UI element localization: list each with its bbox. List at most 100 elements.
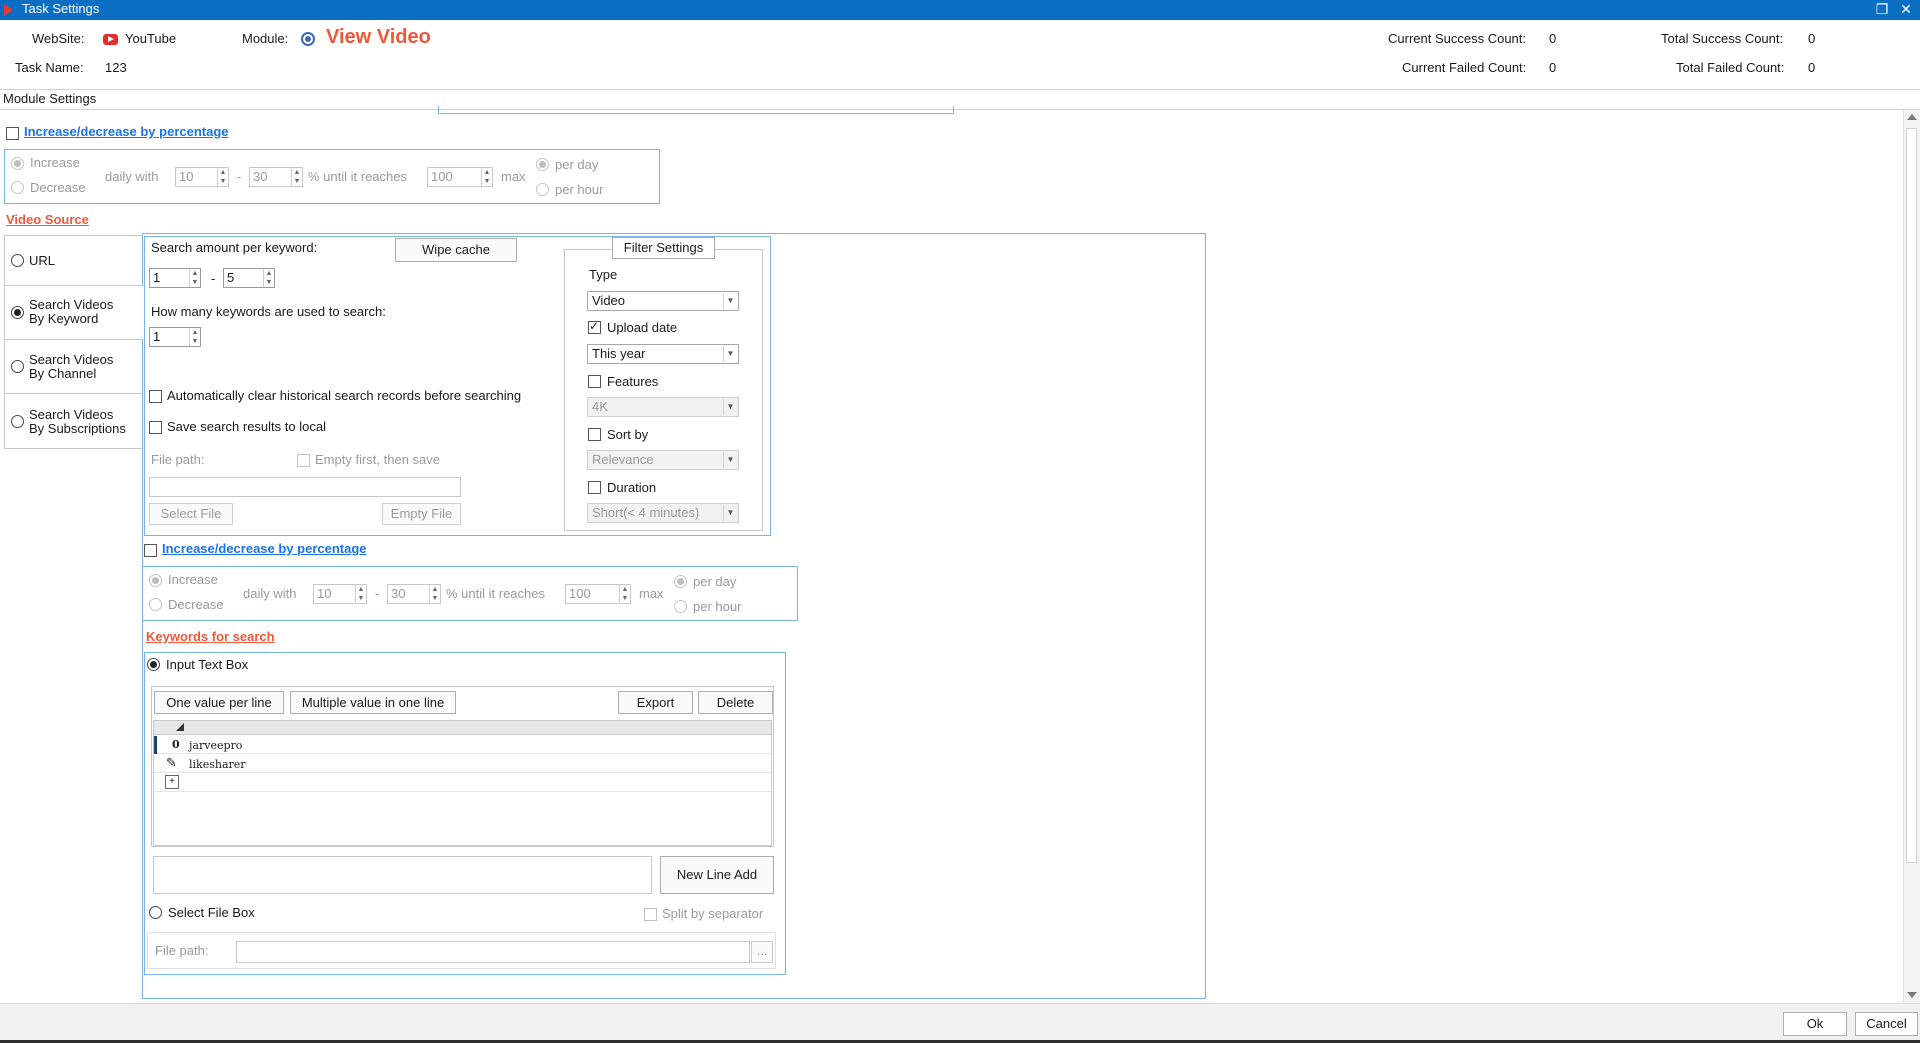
search-file-path-input[interactable] xyxy=(149,477,461,497)
upload-date-select[interactable]: This year ▼ xyxy=(587,344,739,364)
row-index: 0 xyxy=(172,738,180,751)
empty-file-button[interactable]: Empty File xyxy=(382,503,461,525)
spinner-arrows-icon[interactable]: ▲ ▼ xyxy=(189,328,200,346)
pct-mid-group: Increase Decrease daily with 10 ▲ ▼ - 30 ▲ ▼… xyxy=(142,566,798,621)
select-file-box-radio[interactable] xyxy=(149,906,162,919)
tab-url[interactable]: URL xyxy=(5,236,142,286)
scroll-down-icon[interactable] xyxy=(1907,992,1917,998)
pct-mid-increase-radio[interactable] xyxy=(149,574,162,587)
restore-icon[interactable]: ❐ xyxy=(1872,0,1892,19)
spinner-arrows-icon[interactable]: ▲ ▼ xyxy=(429,585,440,603)
export-button[interactable]: Export xyxy=(618,691,693,714)
features-checkbox[interactable] xyxy=(588,375,601,388)
input-text-box-radio[interactable] xyxy=(147,658,160,671)
spinner-arrows-icon[interactable]: ▲ ▼ xyxy=(619,585,630,603)
spinner-arrows-icon[interactable]: ▲ ▼ xyxy=(263,269,274,287)
pct-top-title[interactable]: Increase/decrease by percentage xyxy=(24,124,229,139)
pencil-icon: ✎ xyxy=(166,755,177,770)
pct-mid-title[interactable]: Increase/decrease by percentage xyxy=(162,541,367,556)
tab-search-by-channel[interactable]: Search Videos By Channel xyxy=(5,340,142,394)
pct-mid-from-value: 10 xyxy=(317,586,332,601)
one-value-per-line-button[interactable]: One value per line xyxy=(154,691,284,714)
scroll-up-icon[interactable] xyxy=(1907,114,1917,120)
task-name-label: Task Name: xyxy=(15,60,84,75)
spinner-arrows-icon[interactable]: ▲ ▼ xyxy=(189,269,200,287)
chevron-down-icon[interactable]: ▼ xyxy=(723,505,737,521)
amount-from-spinner[interactable]: 1 ▲ ▼ xyxy=(149,268,201,288)
chevron-down-icon[interactable]: ▼ xyxy=(723,293,737,309)
spinner-arrows-icon[interactable]: ▲ ▼ xyxy=(291,168,302,186)
duration-checkbox[interactable] xyxy=(588,481,601,494)
keywords-used-value: 1 xyxy=(153,329,161,344)
vertical-scrollbar[interactable] xyxy=(1903,110,1920,1003)
cancel-button[interactable]: Cancel xyxy=(1855,1012,1918,1036)
pct-top-per-day-radio[interactable] xyxy=(536,158,549,171)
select-file-box-label: Select File Box xyxy=(168,905,255,920)
pct-mid-to-spinner[interactable]: 30 ▲ ▼ xyxy=(387,584,441,604)
tab-search-by-subscriptions[interactable]: Search Videos By Subscriptions xyxy=(5,394,142,449)
duration-select[interactable]: Short(< 4 minutes) ▼ xyxy=(587,503,739,523)
pct-mid-checkbox[interactable] xyxy=(144,544,157,557)
select-file-button[interactable]: Select File xyxy=(149,503,233,525)
pct-top-max-spinner[interactable]: 100 ▲ ▼ xyxy=(427,167,493,187)
chevron-down-icon[interactable]: ▼ xyxy=(723,399,737,415)
pct-mid-decrease-label: Decrease xyxy=(168,597,224,612)
table-row[interactable]: 0 jarveepro xyxy=(154,736,771,754)
tab-url-radio[interactable] xyxy=(11,254,24,267)
sort-by-select[interactable]: Relevance ▼ xyxy=(587,450,739,470)
empty-first-checkbox[interactable] xyxy=(297,454,310,467)
chevron-down-icon[interactable]: ▼ xyxy=(723,346,737,362)
pct-top-max-label: max xyxy=(501,169,526,184)
pct-top-from-value: 10 xyxy=(179,169,194,184)
pct-mid-max-spinner[interactable]: 100 ▲ ▼ xyxy=(565,584,631,604)
scroll-thumb[interactable] xyxy=(1906,128,1917,863)
input-text-box-label: Input Text Box xyxy=(166,657,249,672)
keywords-file-path-input[interactable] xyxy=(236,941,750,963)
type-label: Type xyxy=(589,267,618,282)
table-row[interactable]: ✎ likesharer xyxy=(154,755,771,773)
new-row[interactable]: + xyxy=(154,774,771,792)
pct-mid-decrease-radio[interactable] xyxy=(149,598,162,611)
tab-keyword-radio[interactable] xyxy=(11,306,24,319)
auto-clear-checkbox[interactable] xyxy=(149,390,162,403)
browse-button[interactable]: ... xyxy=(751,941,773,963)
row-value[interactable]: jarveepro xyxy=(189,739,242,752)
spinner-arrows-icon[interactable]: ▲ ▼ xyxy=(355,585,366,603)
spinner-arrows-icon[interactable]: ▲ ▼ xyxy=(481,168,492,186)
pct-top-per-hour-radio[interactable] xyxy=(536,183,549,196)
amount-to-spinner[interactable]: 5 ▲ ▼ xyxy=(223,268,275,288)
close-icon[interactable]: ✕ xyxy=(1896,0,1916,19)
spinner-arrows-icon[interactable]: ▲ ▼ xyxy=(217,168,228,186)
tab-subscriptions-radio[interactable] xyxy=(11,415,24,428)
pct-top-decrease-radio[interactable] xyxy=(11,181,24,194)
delete-button[interactable]: Delete xyxy=(698,691,773,714)
wipe-cache-button[interactable]: Wipe cache xyxy=(395,238,517,262)
features-label: Features xyxy=(607,374,659,389)
module-settings-bar: Module Settings xyxy=(0,90,1920,110)
upload-date-checkbox[interactable] xyxy=(588,319,601,334)
pct-mid-from-spinner[interactable]: 10 ▲ ▼ xyxy=(313,584,367,604)
features-select[interactable]: 4K ▼ xyxy=(587,397,739,417)
ok-button[interactable]: Ok xyxy=(1783,1012,1847,1036)
pct-mid-per-day-radio[interactable] xyxy=(674,575,687,588)
save-local-checkbox[interactable] xyxy=(149,421,162,434)
type-select[interactable]: Video ▼ xyxy=(587,291,739,311)
tab-search-by-keyword[interactable]: Search Videos By Keyword xyxy=(5,286,143,340)
split-separator-checkbox[interactable] xyxy=(644,908,657,921)
sort-by-label: Sort by xyxy=(607,427,649,442)
pct-top-from-spinner[interactable]: 10 ▲ ▼ xyxy=(175,167,229,187)
multiple-value-button[interactable]: Multiple value in one line xyxy=(290,691,456,714)
new-line-input[interactable] xyxy=(153,856,652,894)
row-value[interactable]: likesharer xyxy=(189,758,246,771)
app-icon xyxy=(4,4,13,16)
keywords-used-spinner[interactable]: 1 ▲ ▼ xyxy=(149,327,201,347)
tab-channel-radio[interactable] xyxy=(11,360,24,373)
sort-by-checkbox[interactable] xyxy=(588,428,601,441)
chevron-down-icon[interactable]: ▼ xyxy=(723,452,737,468)
pct-mid-per-hour-radio[interactable] xyxy=(674,600,687,613)
pct-top-to-spinner[interactable]: 30 ▲ ▼ xyxy=(249,167,303,187)
pct-top-checkbox[interactable] xyxy=(6,127,19,140)
pct-top-increase-radio[interactable] xyxy=(11,157,24,170)
select-all-corner-icon[interactable] xyxy=(176,723,184,731)
new-line-add-button[interactable]: New Line Add xyxy=(660,856,774,894)
